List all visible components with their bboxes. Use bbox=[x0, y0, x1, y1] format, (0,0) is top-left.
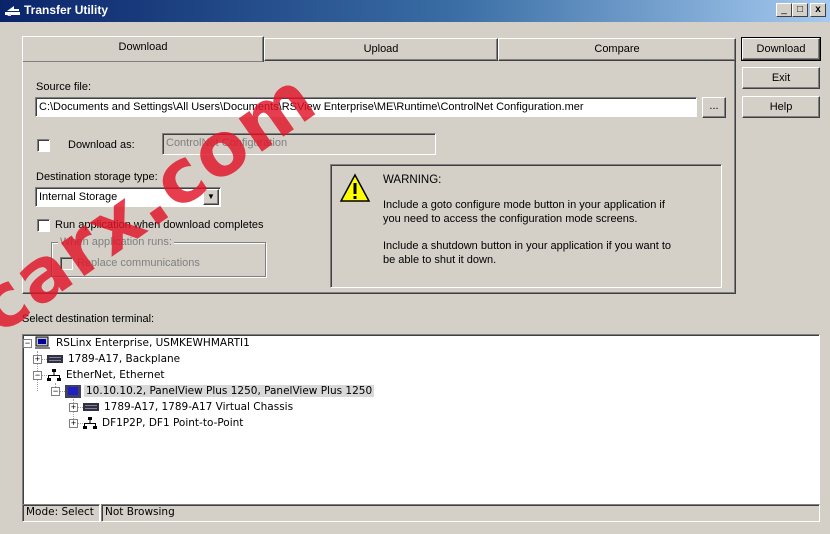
collapse-toggle[interactable]: − bbox=[33, 371, 42, 380]
storage-type-value: Internal Storage bbox=[39, 191, 118, 203]
tab-download[interactable]: Download bbox=[22, 36, 264, 62]
status-mode: Mode: Select bbox=[22, 504, 100, 522]
when-app-runs-label: When application runs: bbox=[58, 236, 174, 248]
computer-icon bbox=[35, 336, 50, 349]
exit-button[interactable]: Exit bbox=[742, 67, 820, 89]
browse-button[interactable]: ... bbox=[702, 97, 726, 118]
download-as-label: Download as: bbox=[68, 139, 135, 151]
network-icon bbox=[83, 416, 97, 429]
window-title: Transfer Utility bbox=[24, 3, 109, 17]
tree-node-ethernet[interactable]: EtherNet, Ethernet bbox=[47, 367, 167, 383]
tab-compare[interactable]: Compare bbox=[498, 38, 736, 61]
backplane-icon bbox=[83, 403, 99, 411]
storage-type-label: Destination storage type: bbox=[36, 171, 158, 183]
transfer-utility-icon bbox=[5, 6, 20, 16]
collapse-toggle[interactable]: − bbox=[23, 339, 32, 348]
warning-line-2: you need to access the configuration mod… bbox=[383, 213, 638, 225]
tree-node-panelview[interactable]: 10.10.10.2, PanelView Plus 1250, PanelVi… bbox=[65, 383, 375, 399]
download-as-checkbox[interactable] bbox=[37, 139, 50, 152]
tree-node-virtual-chassis[interactable]: 1789-A17, 1789-A17 Virtual Chassis bbox=[83, 399, 295, 415]
warning-line-4: be able to shut it down. bbox=[383, 254, 497, 266]
status-browsing: Not Browsing bbox=[101, 504, 820, 522]
close-button[interactable]: x bbox=[810, 3, 826, 17]
panelview-icon bbox=[65, 384, 81, 398]
download-as-field[interactable]: ControlNet Configuration bbox=[162, 133, 436, 155]
tree-node-df1[interactable]: DF1P2P, DF1 Point-to-Point bbox=[83, 415, 245, 431]
warning-icon bbox=[339, 173, 371, 202]
expand-toggle[interactable]: + bbox=[33, 355, 42, 364]
run-app-label: Run application when download completes bbox=[55, 219, 264, 231]
expand-toggle[interactable]: + bbox=[69, 403, 78, 412]
backplane-icon bbox=[47, 355, 63, 363]
replace-communications-label: Replace communications bbox=[77, 257, 200, 269]
warning-title: WARNING: bbox=[383, 174, 442, 186]
maximize-button[interactable]: □ bbox=[792, 3, 808, 17]
warning-line-1: Include a goto configure mode button in … bbox=[383, 199, 665, 211]
replace-communications-checkbox[interactable] bbox=[60, 257, 73, 270]
download-button[interactable]: Download bbox=[741, 37, 821, 61]
network-icon bbox=[47, 368, 61, 381]
tree-node-rslinx[interactable]: RSLinx Enterprise, USMKEWHMARTI1 bbox=[35, 335, 252, 351]
minimize-button[interactable]: _ bbox=[776, 3, 792, 17]
destination-tree[interactable]: − RSLinx Enterprise, USMKEWHMARTI1 + 178… bbox=[22, 334, 820, 522]
run-app-checkbox[interactable] bbox=[37, 219, 50, 232]
collapse-toggle[interactable]: − bbox=[51, 387, 60, 396]
source-file-label: Source file: bbox=[36, 81, 92, 93]
title-bar[interactable]: Transfer Utility _ □ x bbox=[0, 0, 830, 22]
destination-terminal-label: Select destination terminal: bbox=[22, 313, 155, 325]
chevron-down-icon[interactable]: ▼ bbox=[203, 189, 219, 205]
warning-line-3: Include a shutdown button in your applic… bbox=[383, 240, 672, 252]
warning-panel: WARNING: Include a goto configure mode b… bbox=[330, 164, 722, 288]
storage-type-select[interactable]: Internal Storage bbox=[35, 187, 221, 207]
source-file-field[interactable]: C:\Documents and Settings\All Users\Docu… bbox=[35, 97, 697, 117]
tab-upload[interactable]: Upload bbox=[264, 38, 498, 61]
expand-toggle[interactable]: + bbox=[69, 419, 78, 428]
tree-node-backplane[interactable]: 1789-A17, Backplane bbox=[47, 351, 182, 367]
help-button[interactable]: Help bbox=[742, 96, 820, 118]
